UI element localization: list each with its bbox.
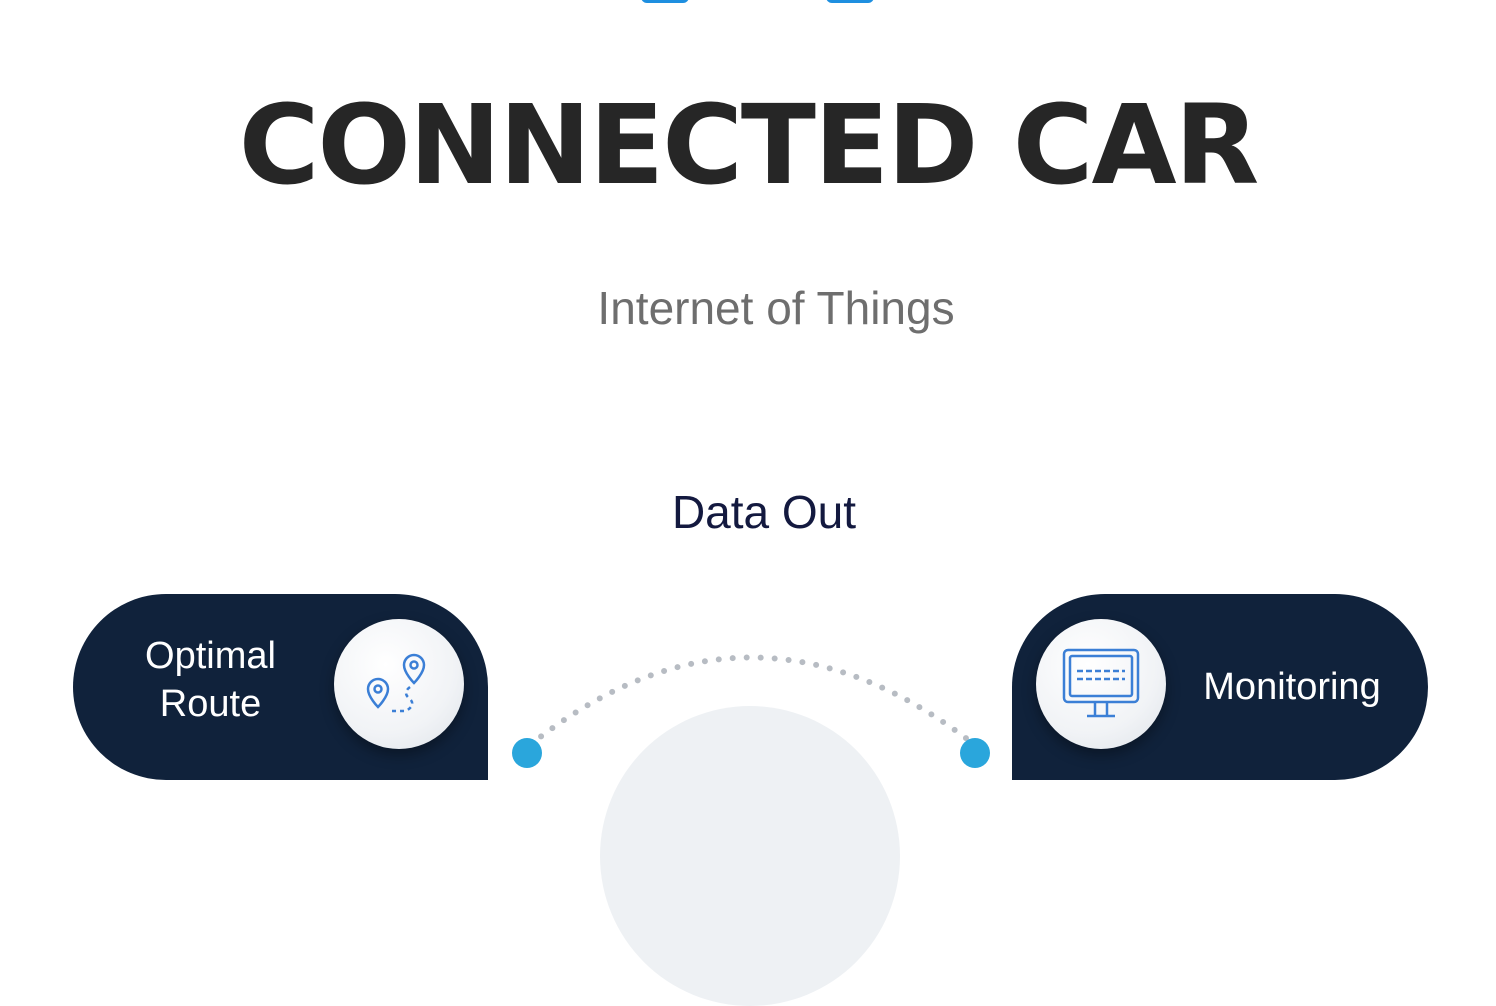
connector-node: [512, 738, 542, 768]
optimal-route-label: Optimal Route: [113, 632, 308, 728]
optimal-route-pill: Optimal Route: [73, 594, 488, 780]
monitoring-label: Monitoring: [1203, 666, 1381, 708]
top-decoration-icon: [641, 0, 689, 3]
optimal-route-label-line1: Optimal: [145, 635, 276, 677]
section-label: Data Out: [671, 486, 857, 538]
page-title: CONNECTED CAR: [238, 81, 1260, 209]
center-disc: [600, 706, 900, 1006]
data-out-diagram: Optimal Route Monitoring: [0, 560, 1496, 1006]
route-pins-icon: [334, 619, 464, 749]
top-decoration-icon: [826, 0, 874, 3]
connector-node: [960, 738, 990, 768]
page-subtitle: Internet of Things: [597, 282, 955, 334]
optimal-route-label-line2: Route: [159, 683, 262, 725]
monitoring-pill: Monitoring: [1012, 594, 1428, 780]
monitor-icon: [1036, 619, 1166, 749]
